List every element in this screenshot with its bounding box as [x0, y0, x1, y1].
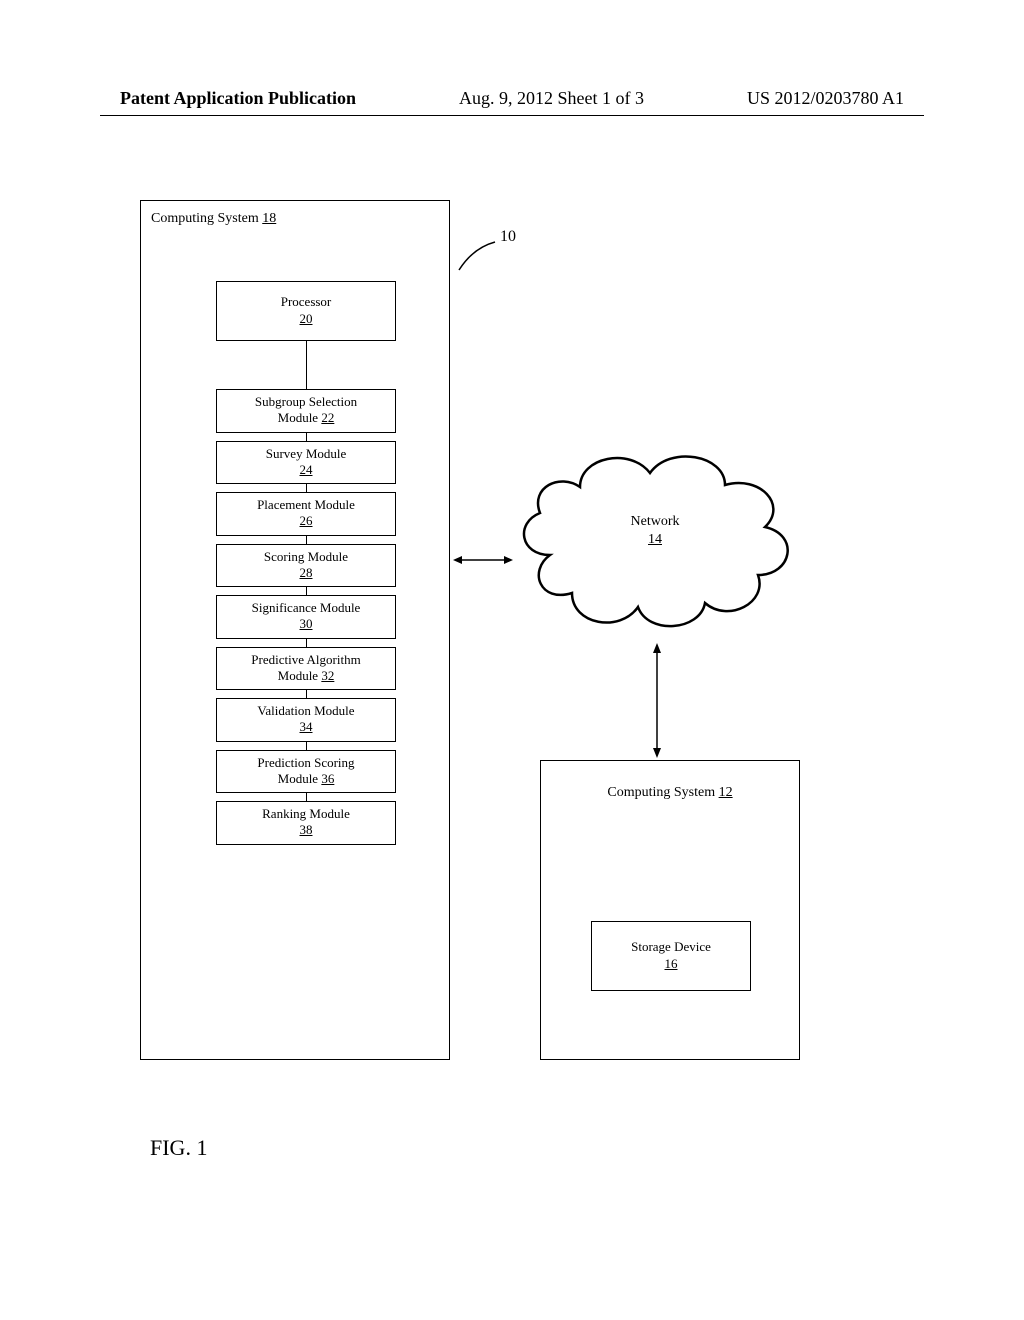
module-label: Significance Module	[223, 600, 389, 616]
network-text: Network	[510, 513, 800, 531]
connector	[306, 793, 307, 801]
module-label: Processor	[223, 294, 389, 310]
reference-number-10: 10	[500, 228, 516, 246]
module-ref: 22	[321, 410, 334, 425]
computing-system-18-prefix: Computing System	[151, 211, 262, 226]
connector	[306, 536, 307, 544]
connector	[306, 690, 307, 698]
network-ref: 14	[510, 531, 800, 549]
module-label: Validation Module	[223, 703, 389, 719]
header-left: Patent Application Publication	[120, 88, 356, 109]
leader-line-10	[455, 240, 500, 275]
header-center: Aug. 9, 2012 Sheet 1 of 3	[459, 88, 644, 109]
module-box-34: Validation Module34	[216, 698, 396, 742]
header-divider	[100, 115, 924, 116]
module-box-36: Prediction ScoringModule 36	[216, 750, 396, 794]
connector	[306, 341, 307, 389]
computing-system-12-box: Computing System 12 Storage Device 16	[540, 760, 800, 1060]
module-label: Ranking Module	[223, 806, 389, 822]
computing-system-12-prefix: Computing System	[607, 785, 718, 800]
module-label-line2: Module 32	[223, 668, 389, 684]
module-label-line1: Predictive Algorithm	[223, 652, 389, 668]
storage-device-ref: 16	[665, 956, 678, 973]
figure-diagram: 10 Computing System 18 Processor20 Subgro…	[140, 200, 880, 1080]
header-right: US 2012/0203780 A1	[747, 88, 904, 109]
arrow-network-sys12	[650, 643, 664, 758]
module-ref: 38	[223, 822, 389, 838]
computing-system-18-title: Computing System 18	[151, 211, 276, 227]
module-label-line1: Prediction Scoring	[223, 755, 389, 771]
computing-system-12-ref: 12	[719, 785, 733, 800]
module-label: Scoring Module	[223, 549, 389, 565]
page-header: Patent Application Publication Aug. 9, 2…	[0, 88, 1024, 109]
module-box-26: Placement Module26	[216, 492, 396, 536]
module-ref: 32	[321, 668, 334, 683]
computing-system-18-box: Computing System 18 Processor20 Subgroup …	[140, 200, 450, 1060]
computing-system-18-ref: 18	[262, 211, 276, 226]
module-ref: 30	[223, 616, 389, 632]
module-box-32: Predictive AlgorithmModule 32	[216, 647, 396, 691]
module-box-24: Survey Module24	[216, 441, 396, 485]
network-cloud: Network 14	[510, 435, 800, 635]
module-stack: Processor20Subgroup SelectionModule 22Su…	[216, 281, 396, 845]
connector	[306, 742, 307, 750]
module-box-20: Processor20	[216, 281, 396, 341]
arrow-sys18-network	[453, 553, 513, 567]
module-box-30: Significance Module30	[216, 595, 396, 639]
connector	[306, 587, 307, 595]
connector	[306, 484, 307, 492]
module-box-38: Ranking Module38	[216, 801, 396, 845]
module-ref: 34	[223, 719, 389, 735]
network-label: Network 14	[510, 513, 800, 549]
storage-device-label: Storage Device	[631, 939, 711, 956]
module-label-line2: Module 22	[223, 410, 389, 426]
module-ref: 28	[223, 565, 389, 581]
module-label: Placement Module	[223, 497, 389, 513]
module-label-line2: Module 36	[223, 771, 389, 787]
module-box-28: Scoring Module28	[216, 544, 396, 588]
module-box-22: Subgroup SelectionModule 22	[216, 389, 396, 433]
module-label-line1: Subgroup Selection	[223, 394, 389, 410]
storage-device-box: Storage Device 16	[591, 921, 751, 991]
connector	[306, 639, 307, 647]
figure-label: FIG. 1	[150, 1135, 207, 1161]
module-ref: 36	[321, 771, 334, 786]
connector	[306, 433, 307, 441]
module-label: Survey Module	[223, 446, 389, 462]
computing-system-12-title: Computing System 12	[541, 785, 799, 801]
module-ref: 20	[223, 311, 389, 327]
module-ref: 26	[223, 513, 389, 529]
module-ref: 24	[223, 462, 389, 478]
